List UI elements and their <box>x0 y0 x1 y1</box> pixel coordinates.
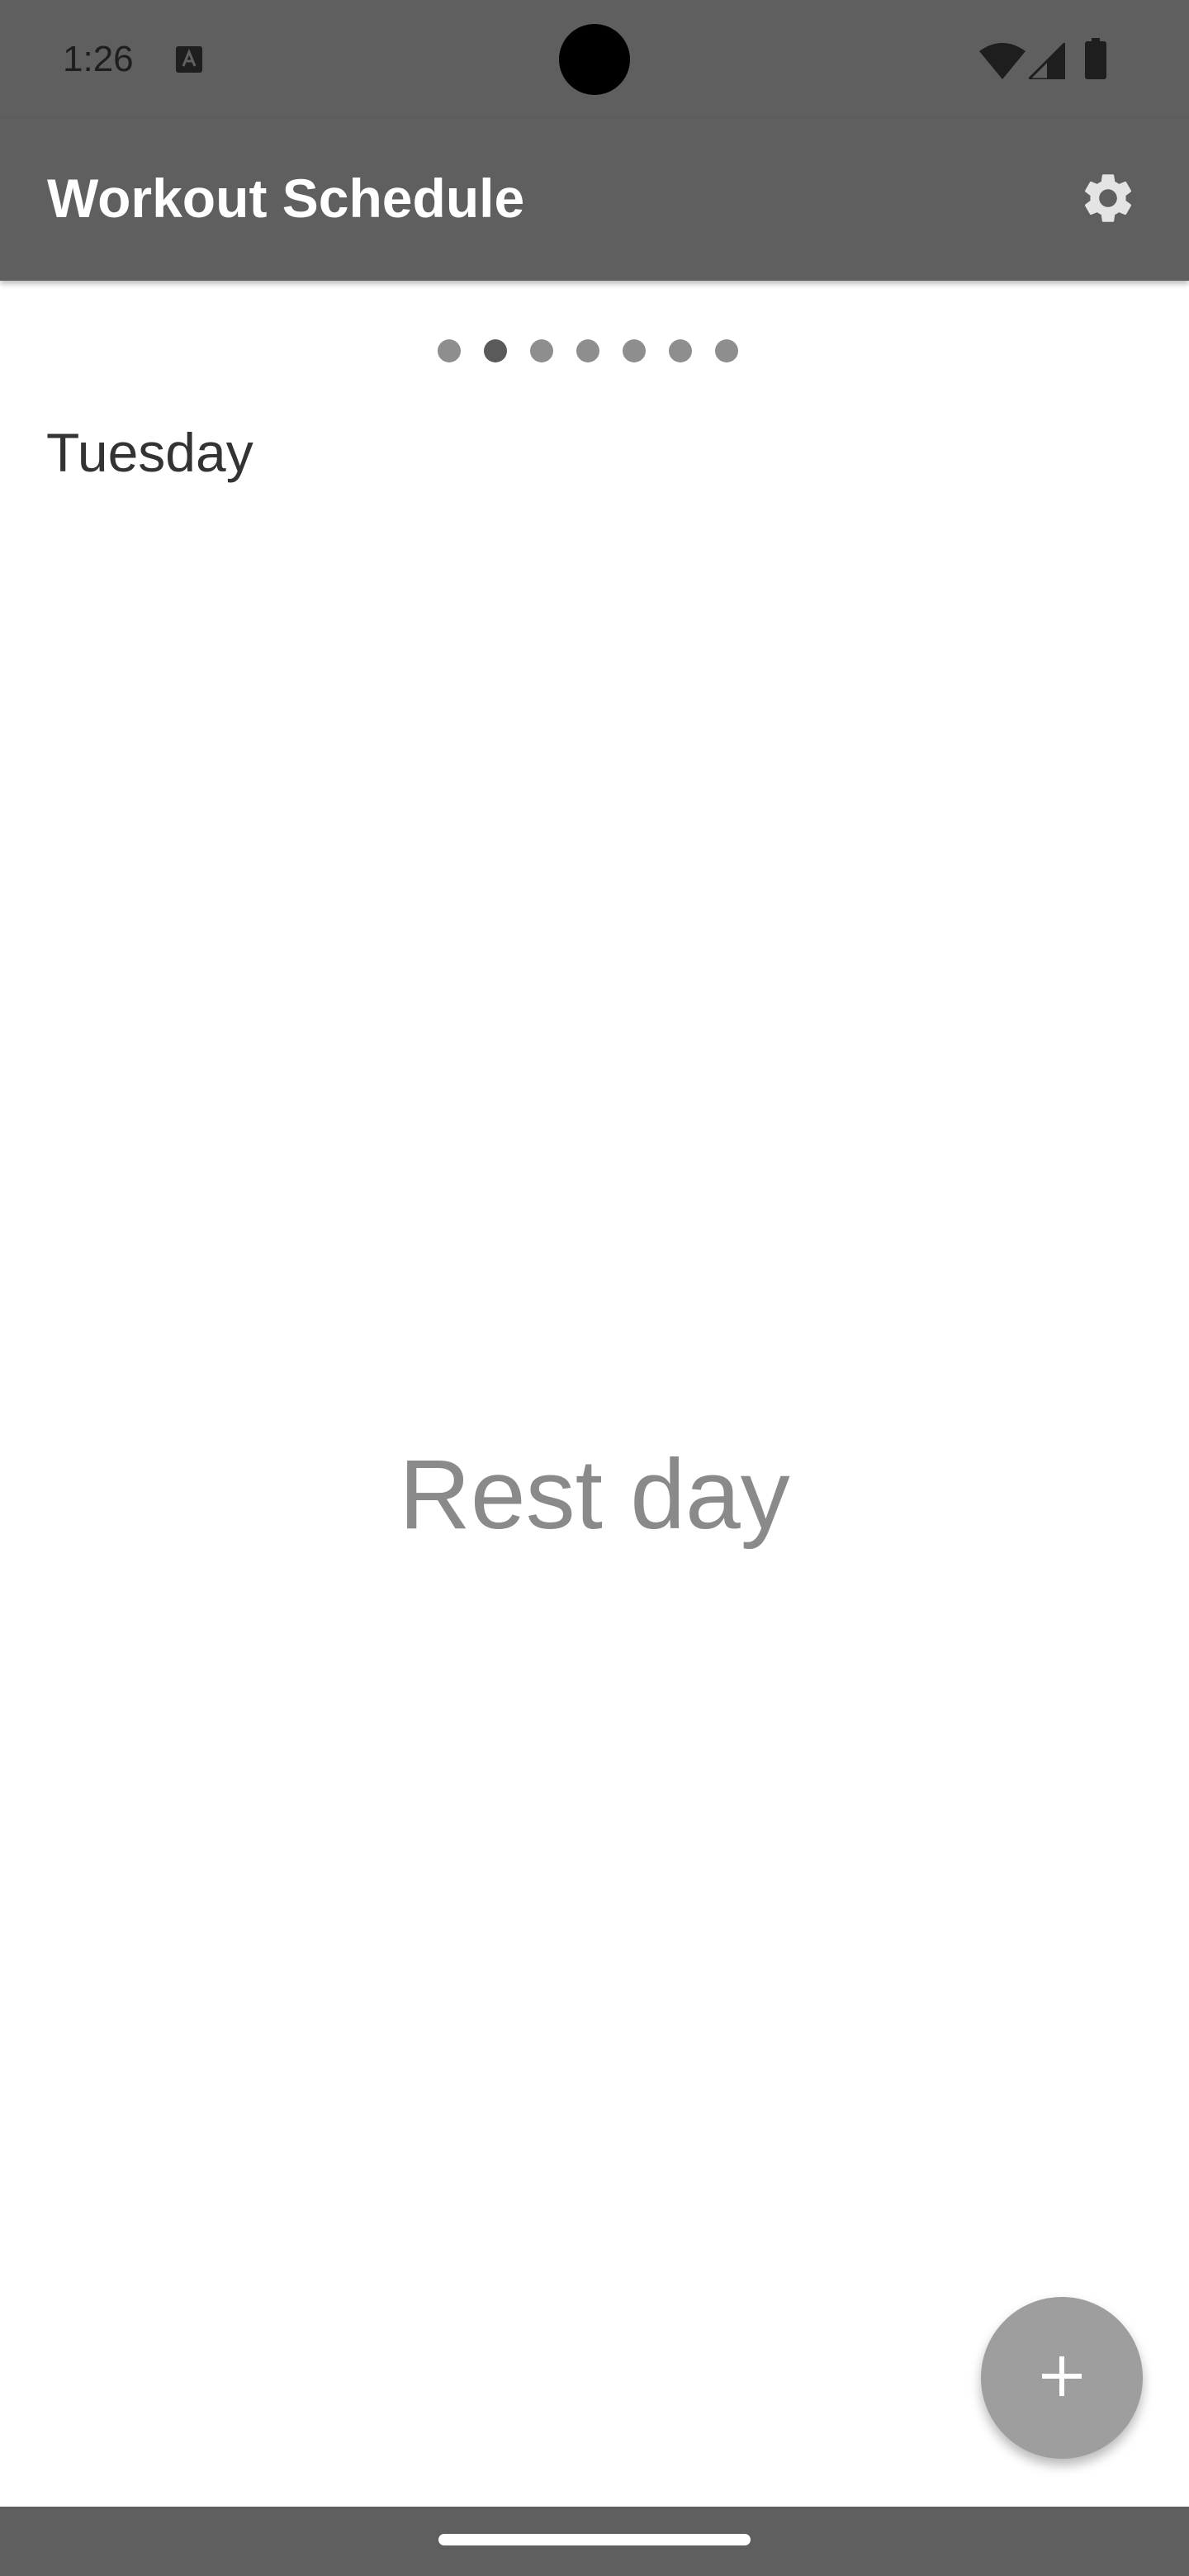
settings-button[interactable] <box>1070 162 1146 238</box>
battery-icon <box>1085 38 1106 79</box>
page-dot-1[interactable] <box>438 339 461 362</box>
status-time: 1:26 <box>63 39 134 79</box>
add-exercise-button[interactable] <box>981 2297 1143 2459</box>
text-a-icon <box>175 45 203 73</box>
camera-cutout <box>559 24 630 95</box>
page-dot-6[interactable] <box>669 339 692 362</box>
gear-icon <box>1078 168 1138 232</box>
plus-icon <box>1037 2351 1087 2405</box>
page-dot-4[interactable] <box>576 339 599 362</box>
cell-signal-icon <box>1026 40 1067 81</box>
day-heading: Tuesday <box>46 422 253 483</box>
page-dot-5[interactable] <box>623 339 646 362</box>
page-indicator <box>438 339 738 363</box>
page-dot-7[interactable] <box>715 339 738 362</box>
home-gesture-handle[interactable] <box>438 2534 751 2545</box>
app-title: Workout Schedule <box>47 168 525 229</box>
rest-day-message: Rest day <box>399 1439 790 1550</box>
wifi-icon <box>979 43 1026 79</box>
page-dot-3[interactable] <box>530 339 553 362</box>
page-dot-2-active[interactable] <box>484 339 507 362</box>
